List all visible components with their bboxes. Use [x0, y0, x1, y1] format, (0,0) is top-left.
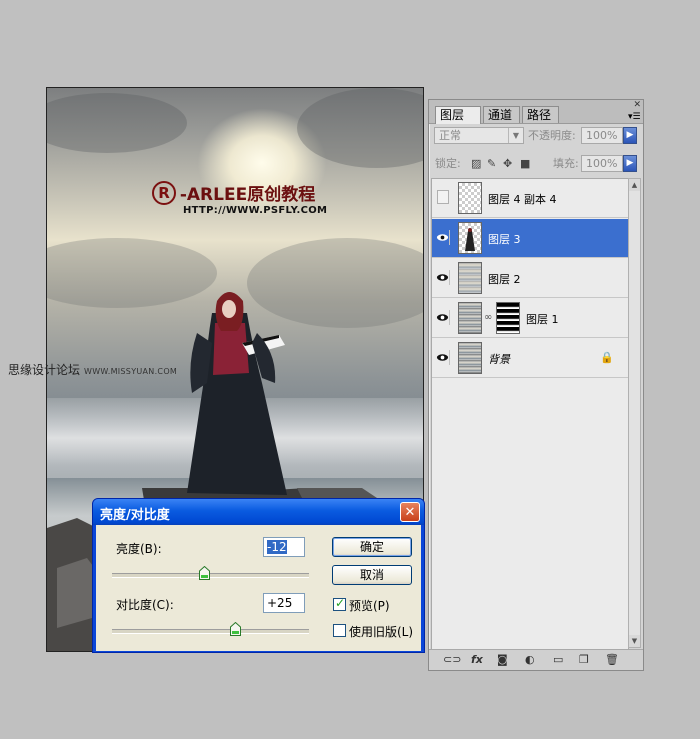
legacy-label: 使用旧版(L) [349, 625, 414, 639]
new-layer-icon[interactable]: ❐ [579, 653, 589, 666]
layer-thumbnail [458, 222, 482, 254]
tab-layers-label: 图层 [440, 108, 465, 122]
lock-brush-icon[interactable]: ✎ [487, 155, 496, 172]
opacity-label: 不透明度: [528, 129, 576, 142]
lock-label: 锁定: [435, 157, 461, 170]
layer-scrollbar[interactable]: ▲ ▼ [628, 178, 641, 648]
tab-paths-label: 路径 [527, 108, 552, 122]
fill-label: 填充: [553, 157, 579, 170]
layer-list: 图层 4 副本 4 图层 3 图层 2 ∞ 图层 1 背景 🔒 [431, 178, 629, 650]
layer-row[interactable]: 背景 🔒 [432, 339, 628, 378]
close-icon[interactable]: ✕ [400, 502, 420, 522]
lock-all-icon[interactable]: ■ [520, 155, 530, 172]
panel-tabbar: 图层× 通道 路径 ✕ ▾☰ [429, 100, 643, 139]
watermark-text: 思缘设计论坛 [8, 363, 81, 377]
eye-icon[interactable] [436, 230, 450, 245]
dialog-body: 亮度(B): -12 对比度(C): +25 确定 取消 ✓ 预览(P) 使用旧… [96, 525, 421, 651]
layer-name: 图层 1 [526, 313, 559, 326]
lock-icon: 🔒 [600, 351, 614, 364]
link-layers-icon[interactable]: ⊂⊃ [443, 653, 461, 666]
brightness-input[interactable]: -12 [263, 537, 305, 557]
cloud [47, 93, 187, 153]
tab-paths[interactable]: 路径 [522, 106, 559, 123]
blend-mode-value: 正常 [439, 129, 461, 142]
blend-row: 正常 ▼ 不透明度: 100% ▶ [429, 127, 643, 153]
contrast-slider-thumb[interactable] [229, 622, 241, 636]
brightness-label: 亮度(B): [116, 542, 162, 556]
brightness-slider-thumb[interactable] [199, 566, 211, 580]
scroll-down-icon[interactable]: ▼ [629, 635, 640, 647]
checkmark-icon: ✓ [335, 596, 346, 610]
add-mask-icon[interactable]: ◙ [497, 653, 508, 666]
logo-url: HTTP://WWW.PSFLY.COM [183, 205, 328, 216]
ok-button[interactable]: 确定 [332, 537, 412, 557]
layer-row[interactable]: ∞ 图层 1 [432, 299, 628, 338]
preview-label: 预览(P) [349, 599, 390, 613]
link-chain-icon[interactable]: ∞ [484, 312, 492, 323]
brightness-contrast-dialog: 亮度/对比度 ✕ 亮度(B): -12 对比度(C): +25 确定 取消 ✓ … [92, 498, 425, 653]
panel-footer: ⊂⊃ fx ◙ ◐ ▭ ❐ 🗑 [429, 649, 643, 670]
logo-text: -ARLEE原创教程 [179, 185, 316, 205]
trash-icon[interactable]: 🗑 [605, 653, 619, 666]
scroll-up-icon[interactable]: ▲ [629, 179, 640, 191]
adjustment-layer-icon[interactable]: ◐ [525, 653, 535, 666]
panel-menu-icon[interactable]: ▾☰ [628, 113, 641, 122]
preview-checkbox[interactable]: ✓ [333, 596, 346, 611]
opacity-arrow-button[interactable]: ▶ [623, 127, 637, 144]
legacy-checkbox[interactable] [333, 624, 346, 637]
dialog-title: 亮度/对比度 [100, 508, 170, 523]
layer-style-icon[interactable]: fx [471, 653, 483, 666]
layers-panel: 图层× 通道 路径 ✕ ▾☰ 正常 ▼ 不透明度: 100% ▶ 锁定: ▨ ✎… [428, 99, 644, 671]
visibility-toggle-empty[interactable] [437, 190, 449, 204]
layer-name: 背景 [488, 353, 510, 366]
layer-row[interactable]: 图层 4 副本 4 [432, 179, 628, 218]
eye-icon[interactable] [436, 310, 450, 325]
tab-channels[interactable]: 通道 [483, 106, 520, 123]
tab-layers[interactable]: 图层× [435, 106, 481, 139]
chevron-down-icon: ▼ [508, 128, 523, 143]
lock-transparency-icon[interactable]: ▨ [471, 155, 481, 172]
layer-mask-thumbnail[interactable] [496, 302, 520, 334]
layer-thumbnail [458, 342, 482, 374]
layer-row[interactable]: 图层 2 [432, 259, 628, 298]
layer-thumbnail [458, 262, 482, 294]
eye-icon[interactable] [436, 350, 450, 365]
blend-mode-select[interactable]: 正常 ▼ [434, 127, 524, 144]
panel-collapse-icon[interactable]: ✕ [633, 100, 641, 110]
contrast-slider-track[interactable] [112, 629, 309, 634]
fill-input[interactable]: 100% [581, 155, 623, 172]
fill-value: 100% [586, 157, 618, 170]
layer-name: 图层 2 [488, 273, 521, 286]
lock-move-icon[interactable]: ✥ [503, 155, 512, 172]
layer-thumbnail [458, 302, 482, 334]
eye-icon[interactable] [436, 270, 450, 285]
cancel-button[interactable]: 取消 [332, 565, 412, 585]
layer-thumbnail [458, 182, 482, 214]
brightness-slider-track[interactable] [112, 573, 309, 578]
layer-name: 图层 3 [488, 233, 521, 246]
watermark: 思缘设计论坛 WWW.MISSYUAN.COM [8, 361, 177, 378]
layer-row-selected[interactable]: 图层 3 [432, 219, 628, 258]
brightness-value: -12 [267, 540, 287, 554]
contrast-value: +25 [267, 596, 293, 610]
dialog-titlebar[interactable]: 亮度/对比度 ✕ [93, 499, 424, 525]
opacity-value: 100% [586, 129, 618, 142]
opacity-input[interactable]: 100% [581, 127, 623, 144]
watermark-url: WWW.MISSYUAN.COM [84, 367, 178, 376]
contrast-input[interactable]: +25 [263, 593, 305, 613]
layer-name: 图层 4 副本 4 [488, 193, 557, 206]
gothic-woman-figure [187, 292, 287, 495]
fill-arrow-button[interactable]: ▶ [623, 155, 637, 172]
contrast-label: 对比度(C): [116, 598, 174, 612]
new-group-icon[interactable]: ▭ [553, 653, 563, 666]
registered-mark: R [152, 180, 176, 205]
tutorial-logo: R -ARLEE原创教程 HTTP://WWW.PSFLY.COM [152, 180, 327, 216]
tab-channels-label: 通道 [488, 108, 513, 122]
